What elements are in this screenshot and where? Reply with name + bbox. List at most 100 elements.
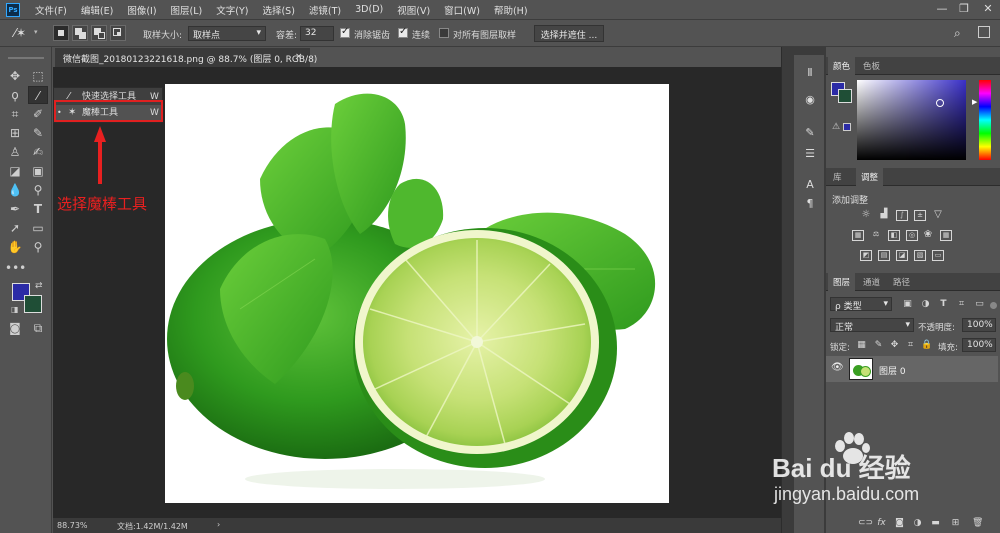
dodge-tool-icon[interactable]: ⚲	[28, 181, 48, 199]
opacity-input[interactable]: 100%	[962, 318, 996, 332]
filter-adjustment-icon[interactable]: ◑	[920, 299, 931, 310]
filter-pixel-icon[interactable]: ▣	[902, 299, 913, 310]
invert-icon[interactable]: ◩	[860, 250, 872, 261]
clone-stamp-tool-icon[interactable]: ♙	[5, 143, 25, 161]
menu-layer[interactable]: 图层(L)	[164, 3, 210, 17]
delete-layer-icon[interactable]: 🗑	[972, 518, 983, 529]
blur-tool-icon[interactable]: 💧	[5, 181, 25, 199]
tab-adjustments[interactable]: 调整	[856, 168, 884, 186]
subtract-selection-button[interactable]	[91, 25, 107, 41]
antialias-checkbox[interactable]	[340, 26, 350, 38]
new-adjustment-layer-icon[interactable]: ◑	[912, 518, 923, 529]
crop-tool-icon[interactable]: ⌗	[5, 105, 25, 123]
quick-mask-icon[interactable]: ◙	[5, 319, 25, 337]
zoom-tool-icon[interactable]: ⚲	[28, 238, 48, 256]
brushes-panel-icon[interactable]: ☰	[802, 146, 818, 162]
brush-tool-icon[interactable]: ✎	[28, 124, 48, 142]
tab-layers[interactable]: 图层	[828, 273, 856, 291]
menu-3d[interactable]: 3D(D)	[348, 4, 390, 15]
sample-size-select[interactable]: 取样点 ▾	[188, 26, 266, 41]
eyedropper-tool-icon[interactable]: ✐	[28, 105, 48, 123]
background-color-swatch[interactable]	[24, 295, 42, 313]
filter-toggle[interactable]	[990, 302, 997, 309]
tab-libraries[interactable]: 库	[828, 168, 847, 186]
black-white-icon[interactable]: ◧	[888, 230, 900, 241]
search-icon[interactable]: ⌕	[954, 26, 961, 41]
color-picker-marker[interactable]	[936, 99, 944, 107]
warning-icon[interactable]: ⚠	[832, 122, 840, 132]
rectangle-tool-icon[interactable]: ▭	[28, 219, 48, 237]
lock-artboard-icon[interactable]: ⌗	[905, 340, 916, 351]
history-brush-tool-icon[interactable]: ✍	[28, 143, 48, 161]
workspace-icon[interactable]	[978, 26, 990, 38]
fill-input[interactable]: 100%	[962, 338, 996, 352]
swap-colors-icon[interactable]: ⇄	[35, 281, 43, 291]
blend-mode-select[interactable]: 正常 ▾	[830, 318, 914, 333]
image-canvas[interactable]	[165, 84, 669, 503]
new-layer-icon[interactable]: ⊞	[950, 518, 961, 529]
new-group-icon[interactable]: ▬	[930, 518, 941, 529]
channel-mixer-icon[interactable]: ❀	[922, 230, 934, 241]
color-panel-background[interactable]	[838, 89, 852, 103]
default-colors-icon[interactable]: ◨	[11, 305, 19, 314]
lasso-tool-icon[interactable]: ϙ	[5, 86, 25, 104]
hue-saturation-icon[interactable]: ▦	[852, 230, 864, 241]
screen-mode-icon[interactable]: ⧉	[28, 319, 48, 337]
preset-chevron-icon[interactable]: ▾	[34, 28, 38, 36]
levels-icon[interactable]: ▟	[878, 210, 890, 221]
add-selection-button[interactable]	[72, 25, 88, 41]
posterize-icon[interactable]: ▤	[878, 250, 890, 261]
tab-channels[interactable]: 通道	[858, 273, 885, 291]
photo-filter-icon[interactable]: ◎	[906, 230, 918, 241]
eraser-tool-icon[interactable]: ◪	[5, 162, 25, 180]
lock-transparency-icon[interactable]: ▦	[856, 340, 867, 351]
menu-filter[interactable]: 滤镜(T)	[302, 3, 348, 17]
move-tool-icon[interactable]: ✥	[5, 67, 25, 85]
layer-kind-filter[interactable]: ρ 类型 ▾	[830, 297, 892, 312]
new-selection-button[interactable]	[53, 25, 69, 41]
character-panel-icon[interactable]: A	[802, 177, 818, 193]
minimize-button[interactable]: —	[930, 2, 954, 17]
sample-all-layers-checkbox[interactable]	[439, 28, 449, 38]
magic-wand-tool-icon[interactable]: ⁄	[28, 86, 48, 104]
close-window-button[interactable]: ✕	[976, 2, 1000, 17]
hue-slider[interactable]	[979, 80, 991, 160]
toolbar-grip[interactable]	[8, 57, 44, 59]
filter-smart-object-icon[interactable]: ▭	[974, 299, 985, 310]
menu-edit[interactable]: 编辑(E)	[74, 3, 120, 17]
gradient-tool-icon[interactable]: ▣	[28, 162, 48, 180]
hue-slider-marker[interactable]: ▶	[972, 98, 977, 106]
menu-file[interactable]: 文件(F)	[28, 3, 74, 17]
menu-view[interactable]: 视图(V)	[390, 3, 437, 17]
restore-button[interactable]: ❐	[952, 2, 976, 17]
color-lookup-icon[interactable]: ▦	[940, 230, 952, 241]
marquee-tool-icon[interactable]: ⬚	[28, 67, 48, 85]
menu-select[interactable]: 选择(S)	[255, 3, 301, 17]
vibrance-icon[interactable]: ▽	[932, 210, 944, 221]
curves-icon[interactable]: ∫	[896, 210, 908, 221]
brush-settings-icon[interactable]: ✎	[802, 125, 818, 141]
filter-shape-icon[interactable]: ⌗	[956, 299, 967, 310]
zoom-level[interactable]: 88.73%	[57, 521, 88, 530]
properties-panel-icon[interactable]: ◉	[802, 92, 818, 108]
lock-position-icon[interactable]: ✥	[889, 340, 900, 351]
tab-paths[interactable]: 路径	[888, 273, 915, 291]
menu-image[interactable]: 图像(I)	[120, 3, 163, 17]
intersect-selection-button[interactable]	[110, 25, 126, 41]
tab-swatches[interactable]: 色板	[858, 57, 885, 75]
history-panel-icon[interactable]: Ⅱ	[802, 65, 818, 81]
layer-style-icon[interactable]: fx	[876, 518, 887, 529]
more-tools-icon[interactable]: •••	[5, 259, 26, 277]
path-selection-tool-icon[interactable]: ➚	[5, 219, 25, 237]
exposure-icon[interactable]: ±	[914, 210, 926, 221]
menu-window[interactable]: 窗口(W)	[437, 3, 487, 17]
document-tab[interactable]: 微信截图_20180123221618.png @ 88.7% (图层 0, R…	[55, 47, 317, 67]
type-tool-icon[interactable]: T	[28, 200, 48, 218]
contiguous-checkbox[interactable]	[398, 26, 408, 38]
gamut-swatch[interactable]	[843, 123, 851, 131]
healing-brush-tool-icon[interactable]: ⊞	[5, 124, 25, 142]
document-close-button[interactable]: ×	[295, 52, 303, 62]
gradient-map-icon[interactable]: ▭	[932, 250, 944, 261]
add-mask-icon[interactable]: ◙	[894, 518, 905, 529]
threshold-icon[interactable]: ◪	[896, 250, 908, 261]
